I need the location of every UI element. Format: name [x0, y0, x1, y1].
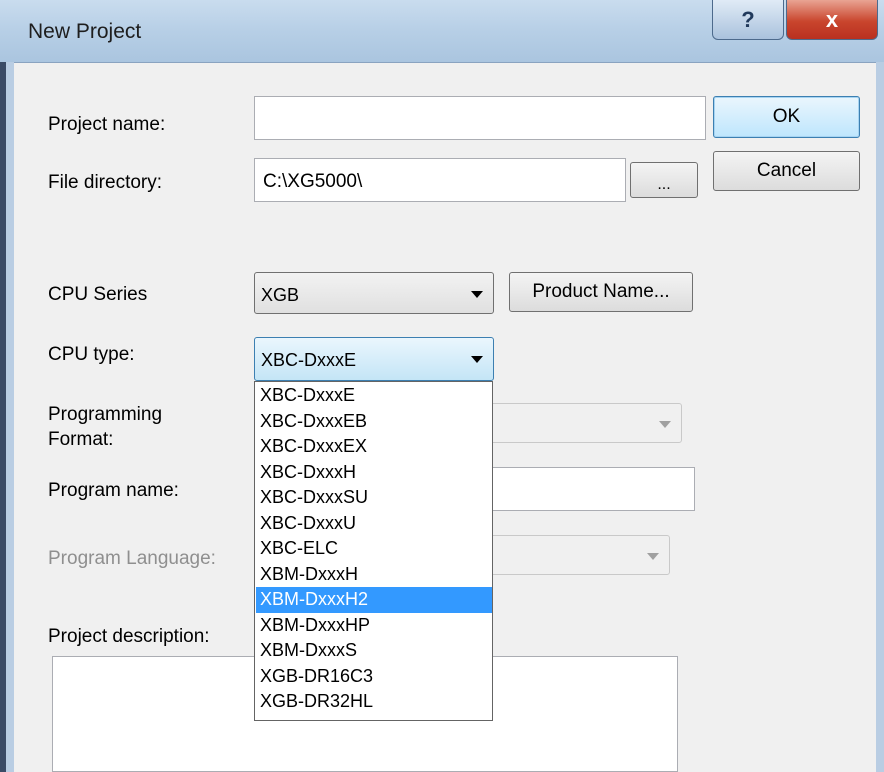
ok-button[interactable]: OK	[713, 96, 860, 138]
chevron-down-icon	[471, 356, 483, 363]
cpu-type-option[interactable]: XBC-DxxxU	[256, 511, 492, 537]
cpu-type-option[interactable]: XBC-DxxxH	[256, 460, 492, 486]
cpu-type-option[interactable]: XBM-DxxxH	[256, 562, 492, 588]
program-language-label: Program Language:	[48, 548, 216, 569]
programming-format-label-line2: Format:	[48, 429, 114, 450]
cpu-type-option[interactable]: XBC-DxxxEB	[256, 409, 492, 435]
cpu-type-option[interactable]: XBM-DxxxHP	[256, 613, 492, 639]
chevron-down-icon	[471, 291, 483, 298]
cpu-type-label: CPU type:	[48, 344, 135, 365]
window-frame-right	[876, 62, 884, 772]
cpu-type-option[interactable]: XBC-DxxxEX	[256, 434, 492, 460]
cpu-type-option[interactable]: XGB-DR16C3	[256, 664, 492, 690]
file-directory-value: C:\XG5000\	[263, 171, 363, 192]
file-directory-label: File directory:	[48, 172, 163, 193]
cancel-label: Cancel	[756, 160, 817, 181]
programming-format-label-line1: Programming	[48, 404, 163, 425]
browse-button[interactable]: ...	[630, 162, 698, 198]
product-name-label: Product Name...	[532, 281, 670, 302]
cpu-type-option[interactable]: XBM-DxxxH2	[256, 587, 492, 613]
file-directory-input[interactable]: C:\XG5000\	[254, 158, 626, 202]
chevron-down-icon	[659, 421, 671, 428]
help-button[interactable]: ?	[712, 0, 784, 40]
product-name-button[interactable]: Product Name...	[509, 272, 693, 312]
project-description-label: Project description:	[48, 626, 210, 647]
window-title: New Project	[28, 20, 142, 43]
cpu-series-select[interactable]: XGB	[254, 272, 494, 314]
cpu-type-value: XBC-DxxxE	[261, 350, 357, 370]
cpu-type-option[interactable]: XBC-DxxxE	[256, 383, 492, 409]
help-icon: ?	[741, 6, 755, 32]
window-frame-left	[0, 62, 14, 772]
ok-label: OK	[772, 106, 801, 127]
cpu-type-dropdown-list: XBC-DxxxE XBC-DxxxEB XBC-DxxxEX XBC-DxxxH XB…	[254, 381, 493, 721]
program-name-label: Program name:	[48, 480, 179, 501]
browse-label: ...	[657, 176, 671, 193]
programming-format-label: Programming Format:	[48, 402, 162, 452]
cpu-type-option[interactable]: XGB-DR32HL	[256, 689, 492, 715]
project-name-label: Project name:	[48, 114, 166, 135]
cpu-type-select[interactable]: XBC-DxxxE	[254, 337, 494, 381]
close-button[interactable]: x	[786, 0, 878, 40]
cpu-type-option[interactable]: XBC-DxxxSU	[256, 485, 492, 511]
cancel-button[interactable]: Cancel	[713, 151, 860, 191]
close-icon: x	[825, 6, 839, 32]
cpu-type-option[interactable]: XBC-ELC	[256, 536, 492, 562]
cpu-series-label: CPU Series	[48, 284, 148, 305]
project-name-input[interactable]	[254, 96, 706, 140]
cpu-series-value: XGB	[261, 285, 300, 305]
cpu-type-option[interactable]: XBM-DxxxS	[256, 638, 492, 664]
chevron-down-icon	[647, 553, 659, 560]
